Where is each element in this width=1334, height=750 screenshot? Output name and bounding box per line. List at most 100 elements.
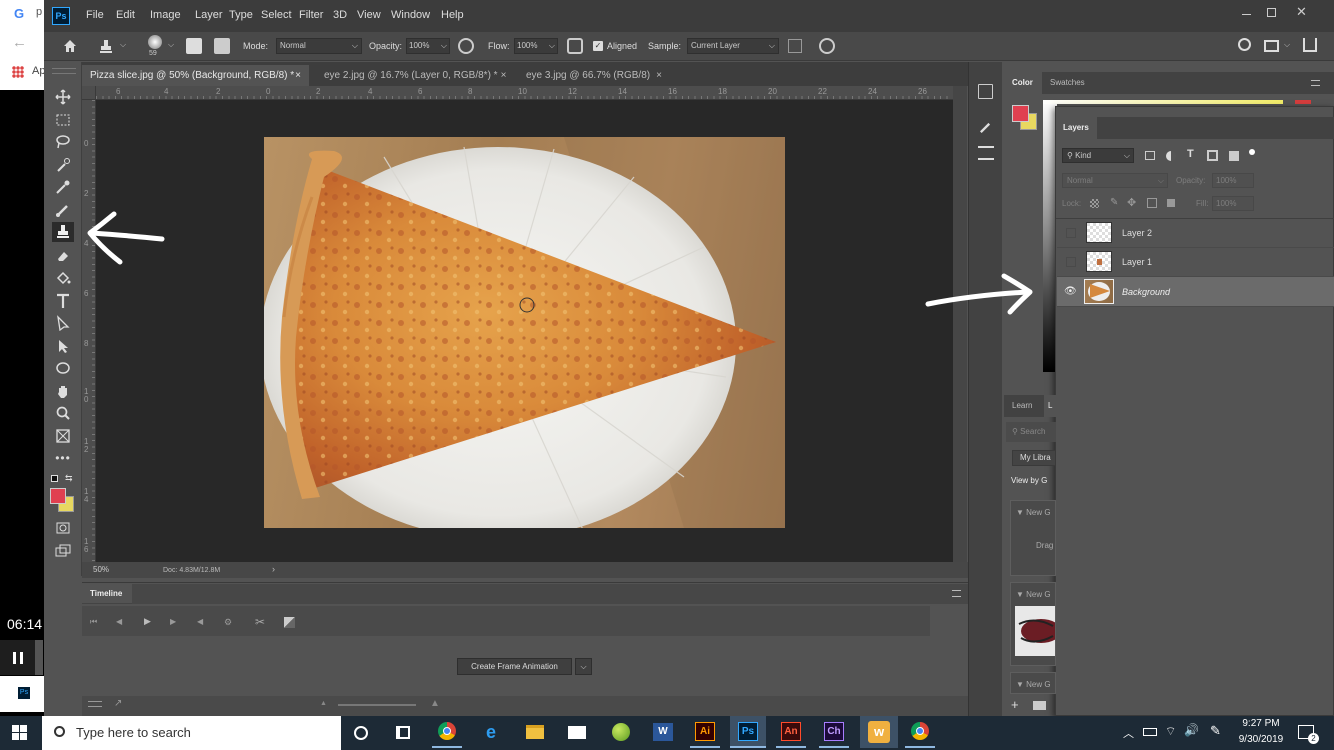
- split-icon[interactable]: ✂: [255, 615, 265, 629]
- color-panel-menu-icon[interactable]: [1311, 80, 1320, 86]
- pen-icon[interactable]: ✎: [1210, 723, 1221, 739]
- prev-frame-icon[interactable]: ◀: [116, 617, 122, 626]
- back-icon[interactable]: ←: [12, 34, 27, 51]
- color-tab[interactable]: Color: [1004, 72, 1042, 94]
- network-icon[interactable]: ⌔: [1165, 724, 1176, 739]
- layer-row-layer2[interactable]: Layer 2: [1057, 219, 1334, 248]
- eyedropper-tool-icon[interactable]: [52, 177, 74, 197]
- lock-pixels-icon[interactable]: ✎: [1110, 197, 1118, 208]
- pressure-opacity-icon[interactable]: [458, 38, 474, 54]
- photoshop-taskbar-icon[interactable]: Ps: [730, 716, 766, 748]
- menu-3d[interactable]: 3D: [333, 9, 357, 21]
- file-explorer-icon[interactable]: [520, 716, 550, 748]
- history-icon[interactable]: [978, 84, 993, 99]
- home-icon[interactable]: [62, 38, 78, 54]
- libraries-tab[interactable]: L: [1044, 395, 1056, 417]
- clone-stamp-tool-icon[interactable]: [52, 222, 74, 242]
- sample-select[interactable]: Current Layer ⌵: [687, 38, 779, 54]
- move-tool-icon[interactable]: [52, 87, 74, 107]
- first-frame-icon[interactable]: ⏮: [90, 617, 97, 627]
- transition-icon[interactable]: [284, 617, 295, 628]
- edge-taskbar-icon[interactable]: e: [476, 716, 506, 748]
- word-icon[interactable]: W: [648, 716, 678, 748]
- audio-icon[interactable]: ◀: [197, 617, 203, 626]
- task-view-icon[interactable]: [396, 726, 410, 739]
- flow-field[interactable]: 100% ⌵: [514, 38, 558, 54]
- timeline-tab[interactable]: Timeline: [82, 584, 132, 604]
- doc-tab-eye3[interactable]: eye 3.jpg @ 66.7% (RGB/8) ×: [518, 65, 670, 86]
- menu-window[interactable]: Window: [391, 9, 441, 21]
- brush-settings-icon[interactable]: [186, 38, 202, 54]
- share-icon[interactable]: [1303, 38, 1317, 52]
- view-by-label[interactable]: View by G: [1011, 476, 1056, 485]
- zoom-out-icon[interactable]: ▲: [320, 700, 327, 707]
- default-colors-icon[interactable]: [51, 475, 58, 482]
- menu-view[interactable]: View: [357, 9, 391, 21]
- timeline-zoom-slider[interactable]: [338, 704, 416, 706]
- chrome-taskbar-icon-2[interactable]: [905, 716, 935, 748]
- render-icon[interactable]: ↗: [114, 698, 122, 709]
- layer-row-background[interactable]: 👁 Background: [1057, 277, 1334, 307]
- status-expand-icon[interactable]: ›: [272, 564, 275, 574]
- eye-icon[interactable]: 👁: [1064, 286, 1077, 297]
- aligned-checkbox[interactable]: ✓: [593, 41, 603, 51]
- filter-type-icon[interactable]: T: [1187, 148, 1194, 160]
- layers-tab[interactable]: Layers: [1056, 117, 1097, 139]
- cortana-icon[interactable]: [354, 726, 368, 740]
- p-favicon-icon[interactable]: p: [36, 6, 44, 22]
- add-asset-icon[interactable]: +: [1011, 697, 1019, 712]
- layers-filter-select[interactable]: ⚲ Kind ⌵: [1062, 148, 1134, 163]
- quick-mask-icon[interactable]: [52, 518, 74, 538]
- menu-select[interactable]: Select: [261, 9, 299, 21]
- battery-icon[interactable]: [1143, 728, 1157, 736]
- menu-edit[interactable]: Edit: [116, 9, 150, 21]
- toolbox-grip[interactable]: [52, 68, 76, 74]
- restore-icon[interactable]: [1267, 8, 1276, 17]
- color-spectrum-top[interactable]: [1043, 100, 1283, 104]
- video-progress[interactable]: [35, 640, 43, 675]
- lock-transparent-icon[interactable]: [1090, 199, 1099, 208]
- clock-time[interactable]: 9:27 PM: [1241, 718, 1281, 729]
- lock-position-icon[interactable]: ✥: [1127, 196, 1136, 209]
- ellipse-tool-icon[interactable]: [52, 358, 74, 378]
- fill-field[interactable]: 100%: [1212, 196, 1254, 211]
- pizza-image[interactable]: [264, 137, 785, 528]
- close-tab-icon[interactable]: ×: [501, 70, 507, 81]
- apps-icon[interactable]: [12, 66, 24, 78]
- menu-layer[interactable]: Layer: [195, 9, 229, 21]
- doc-tab-eye2[interactable]: eye 2.jpg @ 16.7% (Layer 0, RGB/8*) * ×: [316, 65, 514, 86]
- screen-mode-icon[interactable]: [52, 541, 74, 561]
- group3-label[interactable]: ▼ New G: [1016, 680, 1051, 689]
- lock-artboard-icon[interactable]: [1147, 198, 1157, 208]
- doc-size[interactable]: Doc: 4.83M/12.8M: [163, 567, 220, 574]
- path-select-tool-icon[interactable]: [52, 313, 74, 333]
- create-frame-animation-button[interactable]: Create Frame Animation: [457, 658, 572, 675]
- chrome-taskbar-icon[interactable]: [432, 716, 462, 748]
- group2-label[interactable]: ▼ New G: [1016, 590, 1051, 599]
- close-tab-icon[interactable]: ×: [295, 70, 301, 81]
- play-icon[interactable]: ▶: [144, 616, 151, 627]
- menu-file[interactable]: File: [86, 9, 116, 21]
- filter-pixel-icon[interactable]: [1145, 151, 1155, 160]
- library-search-input[interactable]: ⚲ Search: [1006, 422, 1056, 442]
- color-fg-swatch[interactable]: [1012, 105, 1029, 122]
- swap-colors-icon[interactable]: ⇆: [65, 473, 73, 484]
- character-animator-icon[interactable]: Ch: [819, 716, 849, 748]
- workspace-icon[interactable]: [1264, 40, 1279, 52]
- zoom-in-icon[interactable]: ▲: [430, 698, 440, 709]
- canvas-scrollbar-v[interactable]: [953, 86, 967, 562]
- type-tool-icon[interactable]: [52, 291, 74, 311]
- library-folder-icon[interactable]: [1033, 701, 1046, 710]
- pressure-size-icon[interactable]: [819, 38, 835, 54]
- clone-source-icon[interactable]: [214, 38, 230, 54]
- learn-tab[interactable]: Learn: [1012, 401, 1032, 410]
- group1-label[interactable]: ▼ New G: [1016, 508, 1051, 517]
- mail-icon[interactable]: [562, 716, 592, 748]
- more-tools-icon[interactable]: •••: [52, 448, 74, 468]
- filter-adjustment-icon[interactable]: [1166, 151, 1176, 161]
- brush-preview-icon[interactable]: [148, 35, 162, 49]
- w-app-icon[interactable]: w: [860, 716, 898, 748]
- opacity-field[interactable]: 100% ⌵: [406, 38, 450, 54]
- volume-icon[interactable]: 🔊: [1184, 723, 1199, 737]
- filter-toggle-icon[interactable]: [1249, 149, 1255, 155]
